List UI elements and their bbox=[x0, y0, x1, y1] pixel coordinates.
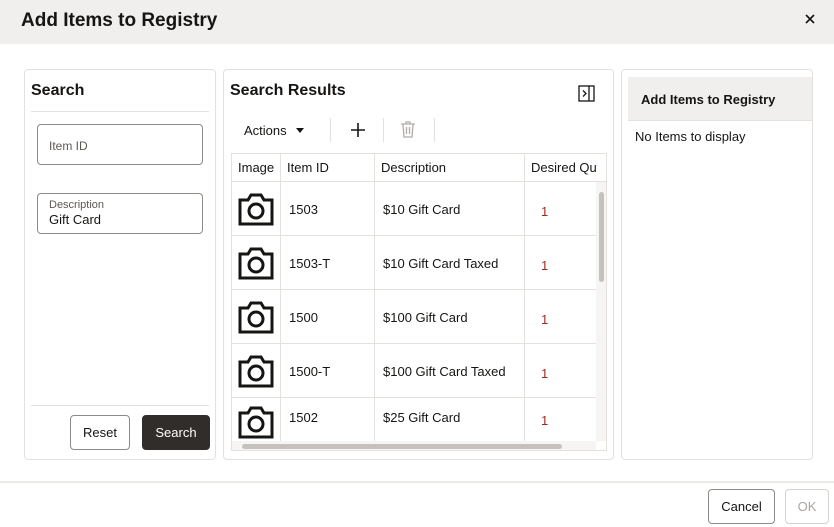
image-cell bbox=[232, 182, 281, 236]
description-value: Gift Card bbox=[49, 212, 102, 227]
search-results-panel: Search Results Actions Image Item ID Des… bbox=[223, 69, 614, 460]
table-row[interactable]: 1503 $10 Gift Card 1 bbox=[232, 182, 596, 236]
dialog-title: Add Items to Registry bbox=[21, 10, 218, 31]
description-cell: $100 Gift Card Taxed bbox=[375, 344, 525, 398]
column-header-item-id[interactable]: Item ID bbox=[281, 154, 375, 182]
qty-cell[interactable]: 1 bbox=[525, 182, 596, 236]
search-panel-title: Search bbox=[31, 82, 85, 99]
toolbar-separator bbox=[330, 118, 331, 142]
item-id-cell: 1500 bbox=[281, 290, 375, 344]
scrollbar-thumb[interactable] bbox=[242, 444, 562, 449]
column-header-desired-qty[interactable]: Desired Qu bbox=[525, 154, 606, 182]
camera-icon bbox=[238, 193, 274, 226]
table-row[interactable]: 1503-T $10 Gift Card Taxed 1 bbox=[232, 236, 596, 290]
toolbar-separator bbox=[434, 118, 435, 142]
footer-divider bbox=[0, 481, 834, 483]
registry-items-panel: Add Items to Registry No Items to displa… bbox=[621, 69, 813, 460]
image-cell bbox=[232, 236, 281, 290]
camera-icon bbox=[238, 355, 274, 388]
results-grid: Image Item ID Description Desired Qu 150… bbox=[231, 153, 607, 451]
description-cell: $10 Gift Card bbox=[375, 182, 525, 236]
item-id-cell: 1503-T bbox=[281, 236, 375, 290]
chevron-down-icon bbox=[295, 128, 304, 133]
qty-cell[interactable]: 1 bbox=[525, 344, 596, 398]
results-toolbar: Actions bbox=[234, 118, 604, 144]
qty-cell[interactable]: 1 bbox=[525, 398, 596, 441]
item-id-input[interactable]: Item ID bbox=[37, 124, 203, 165]
toolbar-separator bbox=[383, 118, 384, 142]
table-row[interactable]: 1502 $25 Gift Card 1 bbox=[232, 398, 596, 441]
scrollbar-thumb[interactable] bbox=[599, 192, 604, 282]
registry-title: Add Items to Registry bbox=[641, 92, 776, 107]
item-id-cell: 1500-T bbox=[281, 344, 375, 398]
camera-icon bbox=[238, 406, 274, 439]
image-cell bbox=[232, 398, 281, 441]
image-cell bbox=[232, 344, 281, 398]
description-cell: $10 Gift Card Taxed bbox=[375, 236, 525, 290]
description-input[interactable]: Description Gift Card bbox=[37, 193, 203, 234]
search-panel: Search Item ID Description Gift Card Res… bbox=[24, 69, 216, 460]
panel-toggle-icon[interactable] bbox=[578, 85, 595, 102]
divider bbox=[31, 405, 209, 406]
actions-menu[interactable]: Actions bbox=[244, 123, 304, 138]
horizontal-scrollbar[interactable] bbox=[232, 441, 596, 450]
image-cell bbox=[232, 290, 281, 344]
search-results-title: Search Results bbox=[230, 82, 346, 99]
qty-cell[interactable]: 1 bbox=[525, 290, 596, 344]
camera-icon bbox=[238, 247, 274, 280]
item-id-cell: 1503 bbox=[281, 182, 375, 236]
ok-button[interactable]: OK bbox=[785, 489, 829, 524]
trash-icon bbox=[401, 121, 415, 138]
column-header-description[interactable]: Description bbox=[375, 154, 525, 182]
empty-message: No Items to display bbox=[635, 129, 746, 144]
grid-header: Image Item ID Description Desired Qu bbox=[232, 154, 606, 182]
item-id-cell: 1502 bbox=[281, 398, 375, 441]
qty-cell[interactable]: 1 bbox=[525, 236, 596, 290]
item-id-placeholder: Item ID bbox=[49, 139, 88, 153]
dialog-header: Add Items to Registry bbox=[0, 0, 834, 44]
actions-label: Actions bbox=[244, 123, 287, 138]
vertical-scrollbar[interactable] bbox=[596, 182, 606, 441]
reset-button[interactable]: Reset bbox=[70, 415, 130, 450]
registry-header: Add Items to Registry bbox=[628, 77, 812, 121]
close-icon[interactable] bbox=[800, 9, 820, 29]
search-button[interactable]: Search bbox=[142, 415, 210, 450]
column-header-image[interactable]: Image bbox=[232, 154, 281, 182]
plus-icon[interactable] bbox=[349, 121, 367, 139]
camera-icon bbox=[238, 301, 274, 334]
description-label: Description bbox=[49, 199, 105, 211]
cancel-button[interactable]: Cancel bbox=[708, 489, 775, 524]
description-cell: $25 Gift Card bbox=[375, 398, 525, 441]
divider bbox=[31, 111, 209, 112]
description-cell: $100 Gift Card bbox=[375, 290, 525, 344]
table-row[interactable]: 1500 $100 Gift Card 1 bbox=[232, 290, 596, 344]
table-row[interactable]: 1500-T $100 Gift Card Taxed 1 bbox=[232, 344, 596, 398]
